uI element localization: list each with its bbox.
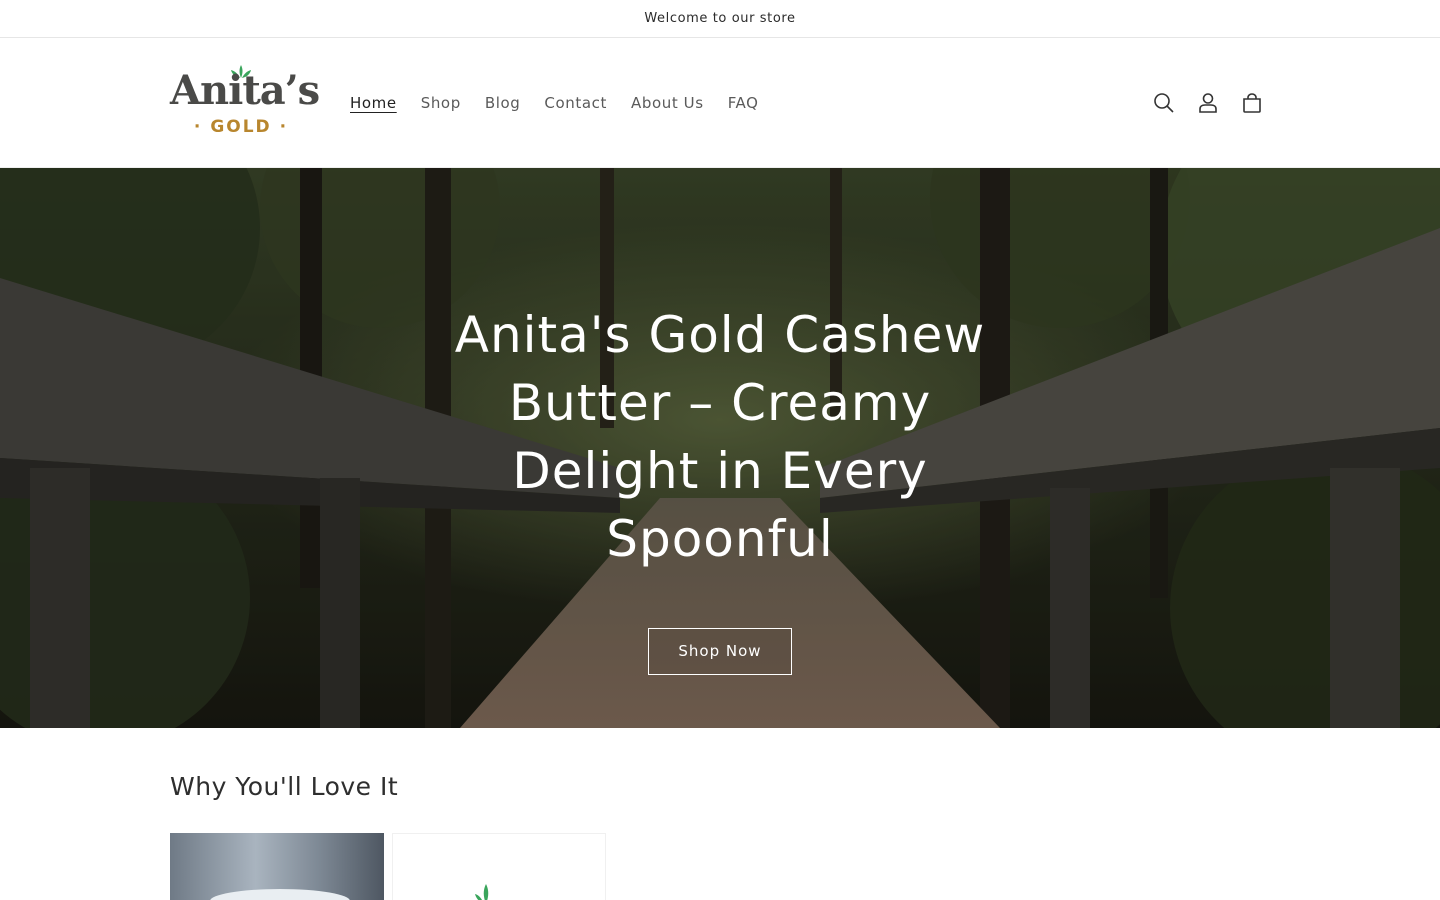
feature-card-logo[interactable]: [392, 833, 606, 900]
logo-sub-text: GOLD: [210, 117, 272, 137]
hero-content: Anita's Gold Cashew Butter – Creamy Deli…: [0, 168, 1440, 728]
logo[interactable]: Anita’s · GOLD ·: [170, 65, 320, 141]
nav-item-contact[interactable]: Contact: [532, 94, 619, 112]
account-icon: [1199, 93, 1217, 113]
features-section: Why You'll Love It: [0, 728, 1440, 900]
nav-item-about-us[interactable]: About Us: [619, 94, 716, 112]
search-icon: [1154, 93, 1174, 113]
leaf-icon: [475, 884, 489, 900]
feature-card-image[interactable]: [170, 833, 384, 900]
logo-sub: · GOLD ·: [193, 117, 289, 137]
cart-button[interactable]: [1230, 81, 1274, 125]
nav-item-faq[interactable]: FAQ: [716, 94, 771, 112]
logo-word: Anita’s: [170, 67, 320, 114]
site-header: Anita’s · GOLD · Home Shop Blog Contact …: [0, 38, 1440, 168]
header-icons: [1142, 38, 1274, 168]
account-button[interactable]: [1186, 81, 1230, 125]
main-nav: Home Shop Blog Contact About Us FAQ: [338, 38, 771, 168]
nav-item-shop[interactable]: Shop: [409, 94, 473, 112]
nav-item-blog[interactable]: Blog: [473, 94, 533, 112]
shop-now-button[interactable]: Shop Now: [648, 627, 792, 675]
cart-icon: [1243, 93, 1261, 113]
features-title: Why You'll Love It: [170, 772, 399, 801]
product-photo: [170, 833, 384, 900]
announcement-bar: Welcome to our store: [0, 0, 1440, 38]
search-button[interactable]: [1142, 81, 1186, 125]
nav-item-home[interactable]: Home: [338, 94, 409, 112]
hero-banner: Anita's Gold Cashew Butter – Creamy Deli…: [0, 168, 1440, 728]
announcement-text: Welcome to our store: [644, 11, 796, 26]
hero-title: Anita's Gold Cashew Butter – Creamy Deli…: [454, 306, 986, 568]
